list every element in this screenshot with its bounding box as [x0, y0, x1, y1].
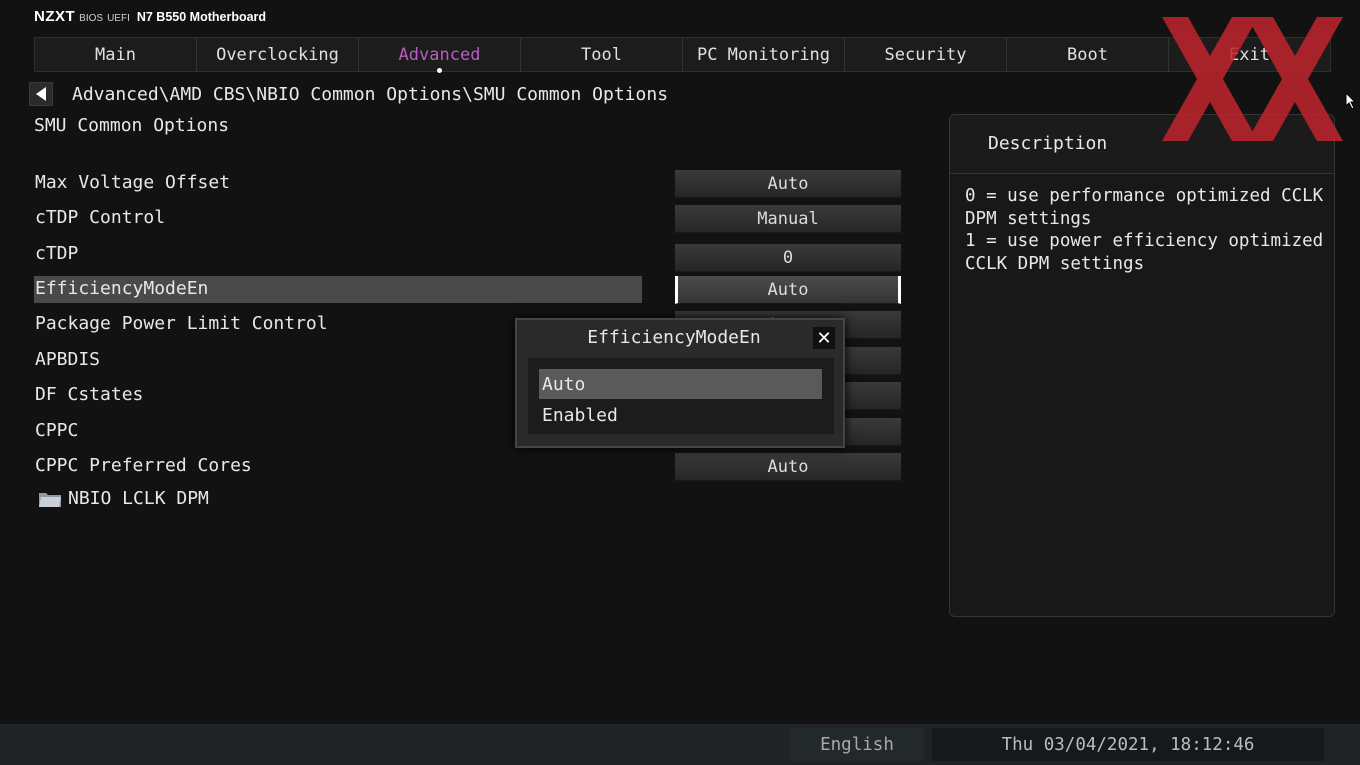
setting-label: DF Cstates: [35, 384, 144, 405]
setting-row-ctdp-control[interactable]: cTDP Control Manual: [34, 205, 902, 233]
setting-label: APBDIS: [35, 349, 101, 370]
setting-label: EfficiencyModeEn: [35, 278, 209, 299]
bios-label: BIOS: [79, 13, 104, 24]
back-button[interactable]: [29, 82, 53, 106]
tab-boot[interactable]: Boot: [1007, 38, 1169, 71]
close-icon: ✕: [816, 327, 832, 349]
submenu-label: NBIO LCLK DPM: [68, 488, 209, 509]
setting-label: cTDP: [35, 243, 79, 264]
board-model: N7 B550 Motherboard: [136, 10, 267, 24]
xx-watermark-logo: [1162, 17, 1343, 141]
setting-label: Max Voltage Offset: [35, 172, 231, 193]
brand-header: NZXT BIOS UEFI N7 B550 Motherboard: [34, 8, 266, 30]
popup-option-enabled[interactable]: Enabled: [539, 400, 822, 430]
setting-value-button[interactable]: Auto: [675, 276, 901, 304]
setting-value-button[interactable]: Auto: [675, 170, 901, 198]
popup-option-auto[interactable]: Auto: [539, 369, 822, 399]
breadcrumb: Advanced\AMD CBS\NBIO Common Options\SMU…: [72, 84, 669, 105]
setting-label: CPPC: [35, 420, 79, 441]
option-popup: EfficiencyModeEn ✕ Auto Enabled: [515, 318, 845, 448]
popup-option-list: Auto Enabled: [528, 358, 834, 434]
mouse-cursor-icon: [1345, 92, 1357, 110]
description-title: Description: [988, 133, 1108, 154]
setting-row-efficiencymodeen[interactable]: EfficiencyModeEn Auto: [34, 276, 902, 304]
setting-value-button[interactable]: Manual: [675, 205, 901, 233]
setting-label: cTDP Control: [35, 207, 166, 228]
tab-overclocking[interactable]: Overclocking: [197, 38, 359, 71]
setting-row-ctdp[interactable]: cTDP 0: [34, 241, 902, 272]
tab-advanced[interactable]: Advanced: [359, 38, 521, 73]
setting-value-button[interactable]: Auto: [675, 453, 901, 481]
setting-row-max-voltage-offset[interactable]: Max Voltage Offset Auto: [34, 170, 902, 198]
back-arrow-icon: [36, 87, 46, 101]
brand-logo: NZXT: [34, 8, 76, 25]
datetime-display: Thu 03/04/2021, 18:12:46: [932, 728, 1324, 761]
tab-main[interactable]: Main: [35, 38, 197, 71]
setting-value-field[interactable]: 0: [675, 244, 901, 272]
language-button[interactable]: English: [790, 728, 924, 761]
page-title: SMU Common Options: [34, 115, 230, 136]
tab-pc-monitoring[interactable]: PC Monitoring: [683, 38, 845, 71]
close-button[interactable]: ✕: [813, 327, 835, 349]
description-panel: Description 0 = use performance optimize…: [949, 114, 1335, 617]
main-tab-bar: Main Overclocking Advanced Tool PC Monit…: [34, 37, 1331, 73]
footer-bar: English Thu 03/04/2021, 18:12:46: [0, 724, 1360, 765]
folder-icon: [39, 492, 61, 507]
setting-label: CPPC Preferred Cores: [35, 455, 252, 476]
uefi-label: UEFI: [107, 13, 130, 24]
setting-label: Package Power Limit Control: [35, 313, 328, 334]
submenu-nbio-lclk-dpm[interactable]: NBIO LCLK DPM: [38, 488, 209, 509]
tab-security[interactable]: Security: [845, 38, 1007, 71]
setting-row-cppc-preferred-cores[interactable]: CPPC Preferred Cores Auto: [34, 453, 902, 481]
tab-tool[interactable]: Tool: [521, 38, 683, 71]
popup-title: EfficiencyModeEn: [587, 327, 761, 348]
description-text: 0 = use performance optimized CCLK DPM s…: [965, 186, 1324, 274]
